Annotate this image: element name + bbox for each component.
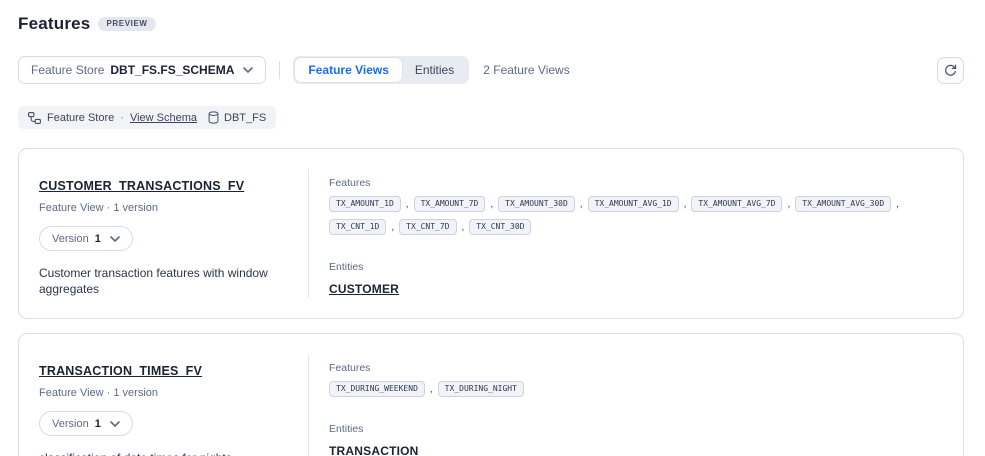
feature-view-description: classification of date times for nights … [39, 450, 288, 456]
page-header: Features PREVIEW [18, 12, 964, 34]
chip-comma-separator: , [684, 199, 687, 210]
feature-chip: TX_CNT_1D [329, 219, 386, 235]
feature-chip: TX_AMOUNT_AVG_30D [795, 196, 891, 212]
entity-links: TRANSACTION [329, 442, 943, 456]
card-left-column: TRANSACTION_TIMES_FV Feature View · 1 ve… [19, 354, 309, 456]
chevron-down-icon [110, 421, 120, 427]
card-right-column: Features TX_AMOUNT_1D,TX_AMOUNT_7D,TX_AM… [309, 169, 963, 298]
card-right-column: Features TX_DURING_WEEKEND, TX_DURING_NIG… [309, 354, 963, 456]
entities-section: Entities CUSTOMER [329, 261, 943, 298]
feature-chip: TX_DURING_NIGHT [438, 381, 524, 397]
version-label: Version [52, 418, 89, 430]
feature-store-icon [28, 112, 41, 124]
toolbar: Feature Store DBT_FS.FS_SCHEMA Feature V… [18, 56, 964, 84]
version-label: Version [52, 233, 89, 245]
chip-comma-separator: , [787, 199, 790, 210]
feature-chip: TX_CNT_30D [469, 219, 531, 235]
feature-chips: TX_AMOUNT_1D, TX_AMOUNT_7D, TX_AMOUNT_30D,… [329, 196, 943, 235]
view-switcher: Feature Views Entities [293, 56, 469, 84]
features-section-label: Features [329, 362, 943, 374]
refresh-icon [944, 64, 957, 77]
entities-section: Entities TRANSACTION [329, 423, 943, 456]
preview-badge: PREVIEW [98, 17, 155, 31]
database-icon [208, 111, 219, 124]
chip-comma-separator: , [391, 222, 394, 233]
chip-comma-separator: , [896, 199, 899, 210]
entities-section-label: Entities [329, 261, 943, 273]
feature-chips: TX_DURING_WEEKEND, TX_DURING_NIGHT [329, 381, 943, 397]
page-title: Features [18, 14, 90, 34]
chip-comma-separator: , [430, 384, 433, 395]
feature-chip: TX_CNT_7D [399, 219, 456, 235]
version-value: 1 [95, 418, 101, 430]
version-dropdown[interactable]: Version 1 [39, 411, 133, 436]
feature-view-subtitle: Feature View · 1 version [39, 387, 288, 399]
features-page: Features PREVIEW Feature Store DBT_FS.FS… [0, 0, 985, 456]
tab-feature-views[interactable]: Feature Views [295, 58, 401, 82]
chevron-down-icon [243, 67, 253, 73]
card-left-column: CUSTOMER_TRANSACTIONS_FV Feature View · … [19, 169, 309, 298]
entity-link[interactable]: CUSTOMER [329, 282, 399, 296]
version-value: 1 [95, 233, 101, 245]
feature-chip: TX_AMOUNT_AVG_7D [691, 196, 782, 212]
feature-chip: TX_AMOUNT_AVG_1D [588, 196, 679, 212]
features-section-label: Features [329, 177, 943, 189]
feature-chip: TX_AMOUNT_7D [414, 196, 486, 212]
feature-view-title-link[interactable]: TRANSACTION_TIMES_FV [39, 364, 202, 378]
feature-store-value: DBT_FS.FS_SCHEMA [110, 63, 234, 77]
feature-chip: TX_AMOUNT_30D [498, 196, 575, 212]
database-name: DBT_FS [224, 112, 266, 124]
breadcrumb-separator: · [120, 112, 124, 124]
chip-comma-separator: , [406, 199, 409, 210]
feature-view-subtitle: Feature View · 1 version [39, 202, 288, 214]
feature-view-card: CUSTOMER_TRANSACTIONS_FV Feature View · … [18, 148, 964, 319]
entities-section-label: Entities [329, 423, 943, 435]
toolbar-divider [279, 61, 280, 79]
feature-store-label: Feature Store [31, 63, 104, 77]
refresh-button[interactable] [937, 57, 964, 84]
feature-chip: TX_AMOUNT_1D [329, 196, 401, 212]
feature-store-dropdown[interactable]: Feature Store DBT_FS.FS_SCHEMA [18, 56, 266, 84]
view-schema-link[interactable]: View Schema [130, 112, 197, 124]
chip-comma-separator: , [462, 222, 465, 233]
entity-link[interactable]: TRANSACTION [329, 444, 419, 456]
chip-comma-separator: , [490, 199, 493, 210]
feature-chip: TX_DURING_WEEKEND [329, 381, 425, 397]
entity-links: CUSTOMER [329, 280, 943, 298]
feature-views-count: 2 Feature Views [483, 63, 570, 77]
tab-entities[interactable]: Entities [402, 58, 467, 82]
feature-view-title-link[interactable]: CUSTOMER_TRANSACTIONS_FV [39, 179, 244, 193]
chip-comma-separator: , [580, 199, 583, 210]
breadcrumb: Feature Store · View Schema DBT_FS [18, 106, 276, 129]
breadcrumb-store-label: Feature Store [47, 112, 114, 124]
feature-view-card: TRANSACTION_TIMES_FV Feature View · 1 ve… [18, 333, 964, 456]
breadcrumb-database: DBT_FS [208, 111, 266, 124]
version-dropdown[interactable]: Version 1 [39, 226, 133, 251]
feature-view-description: Customer transaction features with windo… [39, 265, 288, 297]
chevron-down-icon [110, 236, 120, 242]
